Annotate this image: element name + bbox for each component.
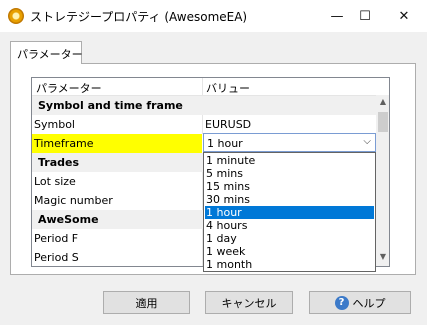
param-name: Magic number — [34, 194, 113, 207]
minimize-icon: — — [330, 8, 344, 24]
param-name: Period S — [34, 251, 79, 264]
timeframe-select[interactable]: 1 hour ⌵ — [203, 133, 376, 152]
param-name: Symbol — [34, 118, 75, 131]
group-label: Symbol and time frame — [38, 99, 183, 112]
app-gear-icon — [8, 8, 24, 24]
param-name: Timeframe — [34, 137, 94, 150]
cancel-button[interactable]: キャンセル — [205, 291, 293, 314]
vertical-scrollbar[interactable]: ▲ ▼ — [376, 95, 389, 266]
dropdown-option[interactable]: 4 hours — [205, 219, 374, 232]
help-label: ヘルプ — [352, 296, 386, 310]
timeframe-dropdown-list: 1 minute 5 mins 15 mins 30 mins 1 hour 4… — [203, 152, 376, 272]
dropdown-option[interactable]: 1 month — [205, 258, 374, 271]
dropdown-option[interactable]: 15 mins — [205, 180, 374, 193]
scroll-up-icon[interactable]: ▲ — [376, 97, 389, 109]
group-label: AweSome — [38, 213, 99, 226]
cancel-label: キャンセル — [221, 296, 277, 310]
column-header-value[interactable]: バリュー — [206, 80, 250, 96]
window-title: ストレテジープロパティ (AwesomeEA) — [30, 10, 248, 24]
table-row[interactable]: Symbol EURUSD — [32, 115, 376, 134]
dropdown-option[interactable]: 5 mins — [205, 167, 374, 180]
grid-header: パラメーター バリュー — [32, 78, 376, 96]
dropdown-option[interactable]: 1 week — [205, 245, 374, 258]
param-value: EURUSD — [205, 118, 252, 131]
maximize-button[interactable]: ☐ — [347, 0, 383, 32]
column-divider[interactable] — [202, 78, 203, 96]
title-bar: ストレテジープロパティ (AwesomeEA) — ☐ ✕ — [0, 0, 427, 32]
close-icon: ✕ — [398, 8, 410, 24]
timeframe-value: 1 hour — [207, 137, 243, 150]
maximize-icon: ☐ — [359, 8, 371, 24]
chevron-down-icon[interactable]: ⌵ — [363, 136, 371, 147]
group-label: Trades — [38, 156, 80, 169]
param-name: Period F — [34, 232, 79, 245]
help-icon: ? — [334, 295, 349, 310]
scroll-down-icon[interactable]: ▼ — [376, 252, 389, 264]
dropdown-option[interactable]: 30 mins — [205, 193, 374, 206]
dropdown-option[interactable]: 1 day — [205, 232, 374, 245]
help-button[interactable]: ? ヘルプ — [309, 291, 411, 314]
dropdown-option-selected[interactable]: 1 hour — [205, 206, 374, 219]
close-button[interactable]: ✕ — [386, 0, 422, 32]
param-name: Lot size — [34, 175, 76, 188]
group-row[interactable]: Symbol and time frame — [32, 96, 376, 115]
scroll-thumb[interactable] — [378, 112, 388, 132]
dropdown-option[interactable]: 1 minute — [205, 154, 374, 167]
tab-parameters[interactable]: パラメーター — [10, 41, 83, 64]
column-header-parameter[interactable]: パラメーター — [36, 80, 102, 96]
apply-button[interactable]: 適用 — [103, 291, 190, 314]
apply-label: 適用 — [135, 296, 158, 310]
